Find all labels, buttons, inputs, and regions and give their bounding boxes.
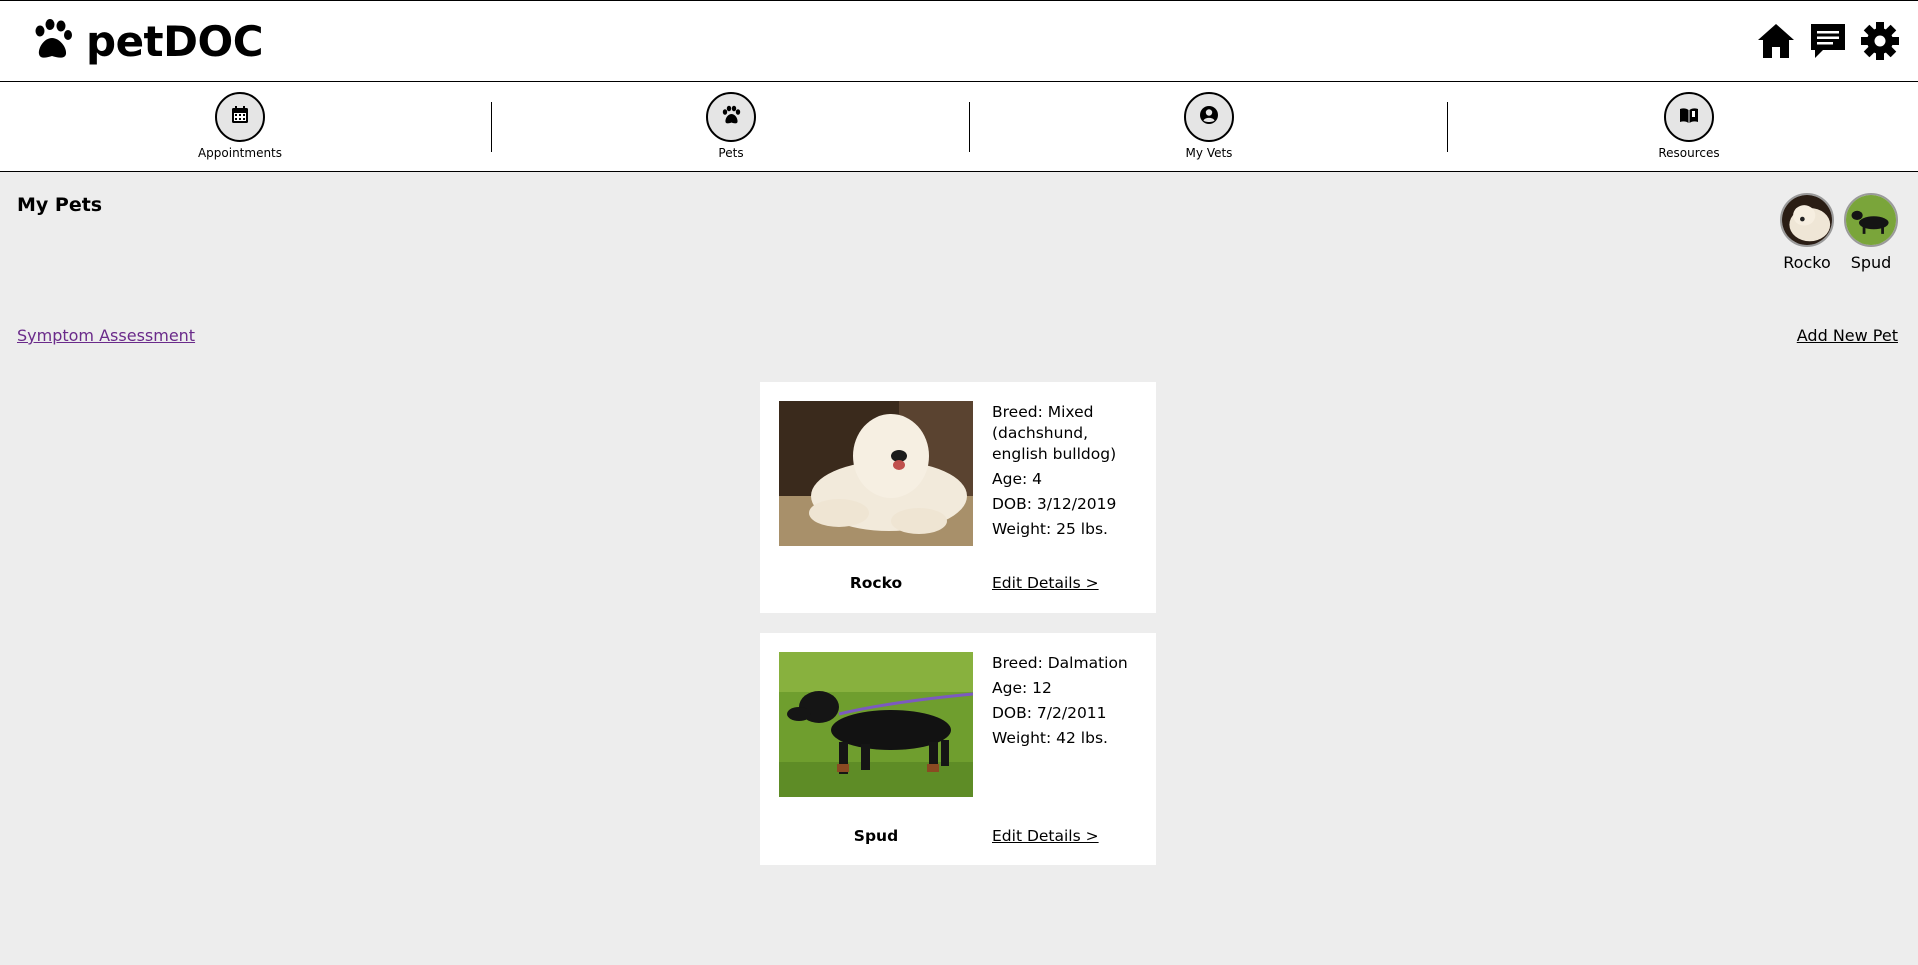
home-icon[interactable] <box>1754 19 1798 63</box>
pet-weight: Weight: 42 lbs. <box>992 729 1108 747</box>
app-logo[interactable]: petDOC <box>30 17 264 66</box>
pet-card-spud: Breed: Dalmation Age: 12 DOB: 7/2/2011 W… <box>760 633 1156 865</box>
nav-item-pets[interactable]: Pets <box>631 92 831 160</box>
pet-name: Rocko <box>849 574 903 592</box>
pet-dob: DOB: 3/12/2019 <box>992 495 1117 513</box>
pet-photo-rocko <box>779 401 973 546</box>
calendar-icon <box>229 104 251 130</box>
nav-divider <box>969 102 970 152</box>
chat-icon[interactable] <box>1806 19 1850 63</box>
app-name: petDOC <box>86 17 264 66</box>
nav-label: My Vets <box>1185 146 1233 160</box>
pet-age: Age: 4 <box>992 470 1042 488</box>
nav-item-resources[interactable]: Resources <box>1589 92 1789 160</box>
pet-info: Breed: Mixed (dachshund, english bulldog… <box>992 402 1142 544</box>
gear-icon[interactable] <box>1858 19 1902 63</box>
paw-logo-icon <box>30 18 74 66</box>
pet-breed: Breed: Mixed (dachshund, english bulldog… <box>992 403 1117 463</box>
avatar-name: Spud <box>1850 253 1892 272</box>
page-title: My Pets <box>17 194 103 216</box>
nav-item-my-vets[interactable]: My Vets <box>1109 92 1309 160</box>
pet-info: Breed: Dalmation Age: 12 DOB: 7/2/2011 W… <box>992 653 1142 753</box>
nav-divider <box>1447 102 1448 152</box>
user-circle-icon <box>1198 104 1220 130</box>
nav-label: Pets <box>718 146 744 160</box>
edit-details-link[interactable]: Edit Details > <box>992 574 1099 592</box>
book-icon <box>1678 104 1700 130</box>
pet-weight: Weight: 25 lbs. <box>992 520 1108 538</box>
edit-details-link[interactable]: Edit Details > <box>992 827 1099 845</box>
avatar <box>1844 193 1898 247</box>
nav-label: Resources <box>1658 146 1720 160</box>
nav-item-appointments[interactable]: Appointments <box>140 92 340 160</box>
app-header: petDOC <box>0 0 1918 82</box>
nav-divider <box>491 102 492 152</box>
pet-breed: Breed: Dalmation <box>992 654 1128 672</box>
pet-name: Spud <box>853 827 899 845</box>
symptom-assessment-link[interactable]: Symptom Assessment <box>17 326 195 345</box>
avatar <box>1780 193 1834 247</box>
avatar-name: Rocko <box>1783 253 1831 272</box>
main-nav: Appointments Pets My Vets Resources <box>0 82 1918 172</box>
pet-card-rocko: Breed: Mixed (dachshund, english bulldog… <box>760 382 1156 613</box>
pet-age: Age: 12 <box>992 679 1052 697</box>
add-new-pet-link[interactable]: Add New Pet <box>1797 326 1898 345</box>
pet-photo-spud <box>779 652 973 797</box>
nav-label: Appointments <box>197 146 283 160</box>
pet-dob: DOB: 7/2/2011 <box>992 704 1107 722</box>
pet-avatar-rocko[interactable]: Rocko <box>1777 193 1837 272</box>
pet-avatar-spud[interactable]: Spud <box>1841 193 1901 272</box>
paw-icon <box>720 104 742 130</box>
